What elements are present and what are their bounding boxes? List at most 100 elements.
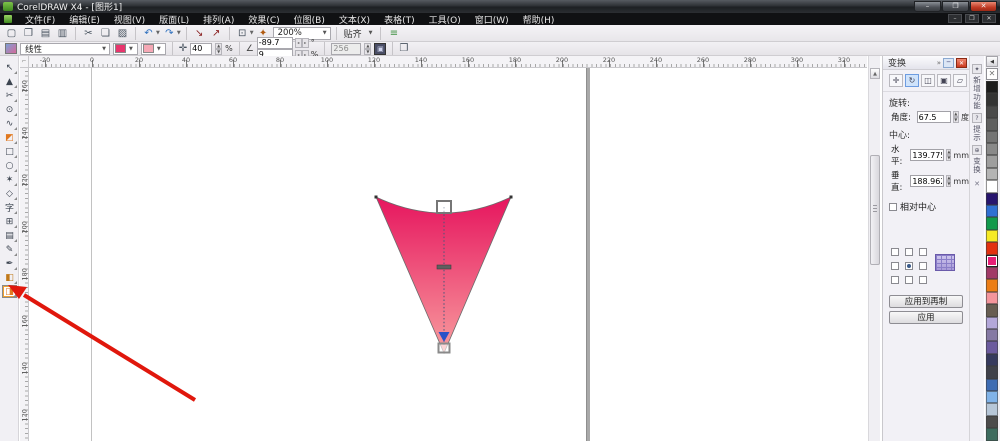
palette-swatch[interactable] <box>986 155 998 167</box>
copy-icon[interactable]: ❏ <box>98 26 113 40</box>
palette-swatch[interactable] <box>986 217 998 229</box>
vertical-ruler[interactable]: 260240220200180160140120 <box>20 68 29 441</box>
rectangle-tool[interactable]: □ <box>2 145 17 158</box>
minimize-button[interactable]: – <box>914 1 941 12</box>
paste-icon[interactable]: ▨ <box>115 26 130 40</box>
shape-tool[interactable]: ▲ <box>2 75 17 88</box>
fountain-steps-input[interactable] <box>331 43 361 55</box>
polygon-tool[interactable]: ✶ <box>2 173 17 186</box>
scroll-up-icon[interactable]: ▲ <box>870 68 880 79</box>
document-close-button[interactable]: ✕ <box>982 14 996 23</box>
fill-type-select[interactable]: 线性 ▼ <box>20 43 110 55</box>
pink-gradient-shape[interactable] <box>361 185 531 370</box>
relative-center-checkbox[interactable] <box>889 203 897 211</box>
gradient-end-color-picker[interactable]: ▼ <box>141 43 166 55</box>
anchor-checkbox-3[interactable] <box>891 262 899 270</box>
palette-swatch[interactable] <box>986 193 998 205</box>
palette-swatch[interactable] <box>986 292 998 304</box>
palette-swatch[interactable] <box>986 279 998 291</box>
transform-skew-icon[interactable]: ▱ <box>953 74 967 87</box>
palette-swatch[interactable] <box>986 143 998 155</box>
palette-swatch[interactable] <box>986 354 998 366</box>
apply-button[interactable]: 应用 <box>889 311 963 324</box>
gradient-midpoint-slider[interactable] <box>437 265 451 269</box>
docker-tab-icon-2[interactable]: ⊕ <box>972 145 982 155</box>
application-launcher-icon[interactable]: ⊡ <box>235 26 250 40</box>
anchor-checkbox-8[interactable] <box>919 276 927 284</box>
transform-size-icon[interactable]: ▣ <box>937 74 951 87</box>
scrollbar-thumb[interactable] <box>870 155 880 265</box>
interactive-fill-tool[interactable]: ◨ <box>2 285 17 298</box>
palette-swatch[interactable] <box>986 81 998 93</box>
palette-swatch[interactable] <box>986 403 998 415</box>
redo-icon-dropdown[interactable]: ▼ <box>177 30 181 36</box>
anchor-checkbox-6[interactable] <box>891 276 899 284</box>
palette-swatch[interactable] <box>986 329 998 341</box>
palette-swatch[interactable] <box>986 366 998 378</box>
center-vertical-spinner[interactable]: ▲▼ <box>946 175 951 187</box>
apply-to-duplicate-button[interactable]: 应用到再制 <box>889 295 963 308</box>
transform-position-icon[interactable]: ✛ <box>889 74 903 87</box>
docker-close-button[interactable]: ✕ <box>956 58 967 68</box>
rotation-angle-input[interactable] <box>917 111 951 123</box>
midpoint-spinner[interactable]: ▲▼ <box>215 43 222 55</box>
close-button[interactable]: ✕ <box>970 1 997 12</box>
save-icon[interactable]: ▤ <box>38 26 53 40</box>
redo-icon[interactable]: ↷ <box>162 26 177 40</box>
zoom-tool[interactable]: ⊙ <box>2 103 17 116</box>
drawing-canvas[interactable] <box>29 68 867 441</box>
palette-swatch[interactable] <box>986 118 998 130</box>
gradient-start-handle[interactable] <box>437 201 451 213</box>
anchor-checkbox-2[interactable] <box>919 248 927 256</box>
steps-lock-icon[interactable]: ▣ <box>374 43 386 55</box>
edit-fill-icon[interactable] <box>5 43 17 54</box>
palette-flyout-icon[interactable]: ◀ <box>986 56 998 67</box>
transform-mirror-icon[interactable]: ◫ <box>921 74 935 87</box>
smart-fill-tool[interactable]: ◩ <box>2 131 17 144</box>
palette-swatch[interactable] <box>986 168 998 180</box>
gradient-start-color-picker[interactable]: ▼ <box>113 43 138 55</box>
palette-swatch[interactable] <box>986 93 998 105</box>
palette-swatch[interactable] <box>986 131 998 143</box>
snap-to-dropdown[interactable]: 贴齐 <box>342 27 364 40</box>
center-horizontal-spinner[interactable]: ▲▼ <box>946 149 951 161</box>
center-horizontal-input[interactable] <box>910 149 944 161</box>
rotation-angle-spinner[interactable]: ▲▼ <box>953 111 959 123</box>
palette-swatch[interactable] <box>986 255 998 267</box>
shape-node[interactable] <box>510 196 513 199</box>
palette-swatch[interactable] <box>986 317 998 329</box>
palette-swatch[interactable] <box>986 267 998 279</box>
table-tool[interactable]: ⊞ <box>2 215 17 228</box>
interactive-blend-tool[interactable]: ▤ <box>2 229 17 242</box>
anchor-checkbox-7[interactable] <box>905 276 913 284</box>
basic-shapes-tool[interactable]: ◇ <box>2 187 17 200</box>
midpoint-input[interactable] <box>190 43 212 55</box>
options-icon[interactable]: ≡ <box>386 26 401 40</box>
no-fill-swatch[interactable]: ✕ <box>986 68 998 80</box>
horizontal-ruler[interactable]: -200204060801001201401601802002202402602… <box>29 56 867 68</box>
palette-swatch[interactable] <box>986 304 998 316</box>
undo-icon[interactable]: ↶ <box>141 26 156 40</box>
anchor-checkbox-5[interactable] <box>919 262 927 270</box>
palette-swatch[interactable] <box>986 379 998 391</box>
document-restore-button[interactable]: ❐ <box>965 14 979 23</box>
transform-rotate-icon[interactable]: ↻ <box>905 74 919 87</box>
palette-swatch[interactable] <box>986 106 998 118</box>
eyedropper-tool[interactable]: ✎ <box>2 243 17 256</box>
palette-swatch[interactable] <box>986 230 998 242</box>
pick-tool[interactable]: ↖ <box>2 61 17 74</box>
docker-tabs-close-icon[interactable]: ✕ <box>974 180 980 188</box>
freehand-tool[interactable]: ∿ <box>2 117 17 130</box>
palette-swatch[interactable] <box>986 205 998 217</box>
palette-swatch[interactable] <box>986 180 998 192</box>
import-icon[interactable]: ↘ <box>192 26 207 40</box>
docker-tab-icon-0[interactable]: ✦ <box>972 64 982 74</box>
docker-collapse-button[interactable]: ─ <box>943 58 954 68</box>
vertical-scrollbar[interactable]: ▲ <box>868 56 880 441</box>
angle-spinner[interactable]: ◂▸ <box>295 38 309 48</box>
palette-swatch[interactable] <box>986 341 998 353</box>
fill-tool[interactable]: ◧ <box>2 271 17 284</box>
new-document-icon[interactable]: ▢ <box>4 26 19 40</box>
palette-swatch[interactable] <box>986 242 998 254</box>
palette-swatch[interactable] <box>986 416 998 428</box>
